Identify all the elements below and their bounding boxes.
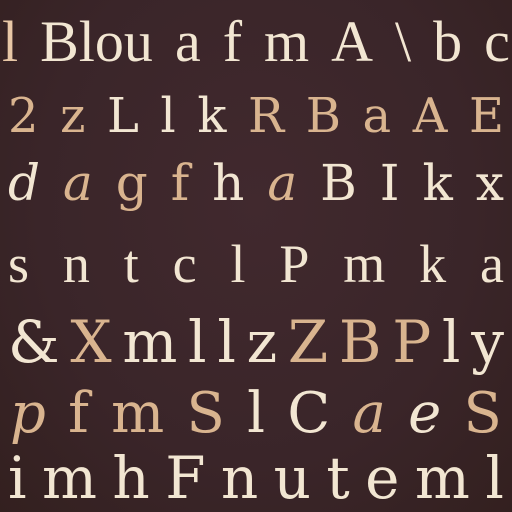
glyph-row-4: s n t c l P m k a (0, 232, 512, 296)
glyph: e (408, 381, 442, 446)
glyph: l (160, 88, 176, 144)
glyph: k (197, 88, 227, 144)
glyph: C (287, 381, 331, 446)
glyph: l (217, 308, 236, 376)
glyph: m (414, 444, 470, 512)
glyph: \ (395, 9, 412, 74)
glyph-collage-canvas: l Blou a f m A \ b c 2 z L l k R B a A E… (0, 0, 512, 512)
glyph-row-5: & X m l l z Z B P l y (0, 308, 512, 376)
glyph-row-1: l Blou a f m A \ b c (0, 10, 512, 74)
glyph: p (10, 381, 46, 446)
glyph: i (8, 444, 27, 512)
glyph: S (463, 381, 502, 446)
glyph: c (484, 9, 510, 74)
glyph: m (343, 234, 386, 294)
glyph: E (468, 88, 504, 144)
glyph: X (70, 308, 112, 376)
glyph: g (115, 154, 148, 212)
glyph: A (331, 9, 374, 74)
glyph: s (8, 234, 30, 294)
glyph: d (8, 154, 41, 212)
glyph: P (392, 308, 432, 376)
glyph: m (264, 9, 310, 74)
glyph: l (485, 444, 504, 512)
glyph: e (365, 444, 400, 512)
glyph: l (230, 234, 246, 294)
glyph: l (441, 308, 461, 376)
glyph: F (165, 444, 206, 512)
glyph-word: Blou (40, 9, 153, 74)
glyph: f (170, 154, 190, 212)
glyph: h (112, 444, 150, 512)
glyph: Z (287, 308, 329, 376)
glyph: b (433, 9, 463, 74)
glyph: m (122, 308, 178, 376)
glyph: t (326, 444, 350, 512)
glyph: k (419, 234, 447, 294)
glyph: m (41, 444, 97, 512)
glyph: y (471, 308, 504, 376)
glyph: z (246, 308, 278, 376)
glyph: A (412, 88, 448, 144)
glyph: z (60, 88, 86, 144)
glyph: a (362, 88, 392, 144)
glyph: u (273, 444, 311, 512)
glyph: S (186, 381, 225, 446)
glyph: a (62, 154, 93, 212)
glyph: x (475, 154, 504, 212)
glyph: n (62, 234, 90, 294)
glyph: h (212, 154, 245, 212)
glyph: a (352, 381, 386, 446)
glyph: & (8, 308, 60, 376)
glyph: 2 (8, 88, 39, 144)
glyph: B (320, 154, 357, 212)
glyph: a (267, 154, 298, 212)
glyph: t (123, 234, 139, 294)
glyph: a (174, 9, 201, 74)
glyph: I (379, 154, 400, 212)
glyph: a (479, 234, 504, 294)
glyph-row-3: d a g f h a B I k x (0, 152, 512, 214)
glyph: B (338, 308, 382, 376)
glyph-row-6: p f m S l C a e S (0, 382, 512, 446)
glyph-row-2: 2 z L l k R B a A E (0, 86, 512, 146)
glyph: n (220, 444, 259, 512)
glyph: k (422, 154, 453, 212)
glyph: P (279, 234, 310, 294)
glyph-row-7: i m h F n u t e m l (0, 446, 512, 510)
glyph: f (68, 381, 89, 446)
glyph: R (247, 88, 285, 144)
glyph: L (106, 88, 139, 144)
glyph: l (2, 9, 19, 74)
glyph: m (111, 381, 165, 446)
glyph: f (222, 9, 243, 74)
glyph: l (247, 381, 266, 446)
glyph: c (172, 234, 197, 294)
glyph: l (188, 308, 207, 376)
glyph: B (305, 88, 341, 144)
